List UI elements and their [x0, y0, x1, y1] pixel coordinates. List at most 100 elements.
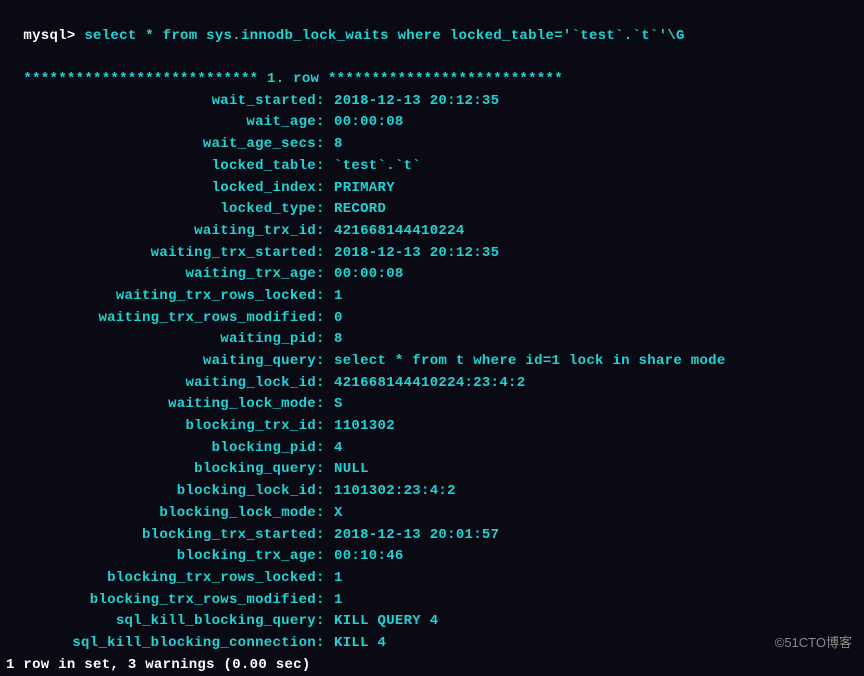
field-value: 1 — [334, 590, 343, 612]
field-separator: : — [316, 178, 334, 200]
field-separator: : — [316, 590, 334, 612]
result-field-row: blocking_trx_rows_locked: 1 — [6, 568, 858, 590]
result-field-row: blocking_query: NULL — [6, 459, 858, 481]
result-field-row: waiting_query: select * from t where id=… — [6, 351, 858, 373]
field-key: waiting_trx_age — [6, 264, 316, 286]
field-key: wait_started — [6, 91, 316, 113]
field-value: 1101302:23:4:2 — [334, 481, 456, 503]
field-key: blocking_lock_mode — [6, 503, 316, 525]
field-value: 00:00:08 — [334, 264, 404, 286]
watermark-text: ©51CTO博客 — [775, 633, 852, 653]
field-value: 2018-12-13 20:12:35 — [334, 243, 499, 265]
field-key: blocking_lock_id — [6, 481, 316, 503]
result-field-row: waiting_pid: 8 — [6, 329, 858, 351]
row-header-stars-right: *************************** — [328, 71, 563, 87]
field-key: waiting_trx_rows_modified — [6, 308, 316, 330]
field-key: blocking_trx_started — [6, 525, 316, 547]
field-separator: : — [316, 264, 334, 286]
field-key: waiting_query — [6, 351, 316, 373]
field-key: sql_kill_blocking_query — [6, 611, 316, 633]
field-separator: : — [316, 243, 334, 265]
field-key: blocking_trx_rows_locked — [6, 568, 316, 590]
result-field-row: blocking_pid: 4 — [6, 438, 858, 460]
result-field-row: waiting_trx_rows_locked: 1 — [6, 286, 858, 308]
field-separator: : — [316, 611, 334, 633]
field-separator: : — [316, 633, 334, 655]
result-field-row: locked_table: `test`.`t` — [6, 156, 858, 178]
field-key: waiting_trx_started — [6, 243, 316, 265]
field-value: 1 — [334, 568, 343, 590]
field-separator: : — [316, 286, 334, 308]
field-key: locked_index — [6, 178, 316, 200]
result-field-row: blocking_trx_id: 1101302 — [6, 416, 858, 438]
field-separator: : — [316, 438, 334, 460]
field-separator: : — [316, 308, 334, 330]
result-field-row: sql_kill_blocking_query: KILL QUERY 4 — [6, 611, 858, 633]
field-key: blocking_trx_age — [6, 546, 316, 568]
field-key: wait_age — [6, 112, 316, 134]
field-value: 1101302 — [334, 416, 395, 438]
field-key: blocking_trx_rows_modified — [6, 590, 316, 612]
field-separator: : — [316, 373, 334, 395]
field-separator: : — [316, 503, 334, 525]
field-key: waiting_trx_rows_locked — [6, 286, 316, 308]
field-value: X — [334, 503, 343, 525]
row-separator-header: *************************** 1. row *****… — [6, 47, 858, 90]
result-field-row: wait_age: 00:00:08 — [6, 112, 858, 134]
field-value: KILL 4 — [334, 633, 386, 655]
field-key: locked_type — [6, 199, 316, 221]
field-key: waiting_trx_id — [6, 221, 316, 243]
field-value: 421668144410224:23:4:2 — [334, 373, 525, 395]
row-header-stars-left: *************************** — [23, 71, 258, 87]
field-separator: : — [316, 481, 334, 503]
field-value: `test`.`t` — [334, 156, 421, 178]
field-separator: : — [316, 459, 334, 481]
mysql-prompt-prefix: mysql> — [23, 28, 84, 44]
field-value: RECORD — [334, 199, 386, 221]
field-key: waiting_lock_id — [6, 373, 316, 395]
field-separator: : — [316, 91, 334, 113]
field-value: NULL — [334, 459, 369, 481]
field-value: 421668144410224 — [334, 221, 465, 243]
field-value: select * from t where id=1 lock in share… — [334, 351, 726, 373]
field-separator: : — [316, 112, 334, 134]
field-separator: : — [316, 546, 334, 568]
field-separator: : — [316, 221, 334, 243]
field-value: 8 — [334, 329, 343, 351]
result-footer: 1 row in set, 3 warnings (0.00 sec) — [6, 655, 858, 676]
field-value: 00:00:08 — [334, 112, 404, 134]
result-field-row: waiting_trx_started: 2018-12-13 20:12:35 — [6, 243, 858, 265]
field-value: 8 — [334, 134, 343, 156]
result-field-row: blocking_trx_age: 00:10:46 — [6, 546, 858, 568]
field-key: locked_table — [6, 156, 316, 178]
result-field-row: waiting_lock_mode: S — [6, 394, 858, 416]
field-value: 2018-12-13 20:12:35 — [334, 91, 499, 113]
field-separator: : — [316, 156, 334, 178]
field-key: waiting_pid — [6, 329, 316, 351]
field-key: blocking_pid — [6, 438, 316, 460]
result-field-row: blocking_lock_mode: X — [6, 503, 858, 525]
row-header-label: 1. row — [258, 71, 328, 87]
field-separator: : — [316, 199, 334, 221]
mysql-prompt-line: mysql> select * from sys.innodb_lock_wai… — [6, 4, 858, 47]
field-key: blocking_query — [6, 459, 316, 481]
field-separator: : — [316, 329, 334, 351]
field-value: 2018-12-13 20:01:57 — [334, 525, 499, 547]
result-field-row: wait_started: 2018-12-13 20:12:35 — [6, 91, 858, 113]
result-field-row: waiting_trx_age: 00:00:08 — [6, 264, 858, 286]
field-value: 00:10:46 — [334, 546, 404, 568]
field-separator: : — [316, 134, 334, 156]
result-field-row: locked_type: RECORD — [6, 199, 858, 221]
result-field-row: blocking_trx_started: 2018-12-13 20:01:5… — [6, 525, 858, 547]
field-separator: : — [316, 525, 334, 547]
field-separator: : — [316, 416, 334, 438]
result-field-row: waiting_lock_id: 421668144410224:23:4:2 — [6, 373, 858, 395]
field-value: 4 — [334, 438, 343, 460]
field-separator: : — [316, 394, 334, 416]
field-separator: : — [316, 351, 334, 373]
field-key: wait_age_secs — [6, 134, 316, 156]
result-fields: wait_started: 2018-12-13 20:12:35wait_ag… — [6, 91, 858, 655]
field-value: 1 — [334, 286, 343, 308]
field-key: sql_kill_blocking_connection — [6, 633, 316, 655]
field-value: S — [334, 394, 343, 416]
